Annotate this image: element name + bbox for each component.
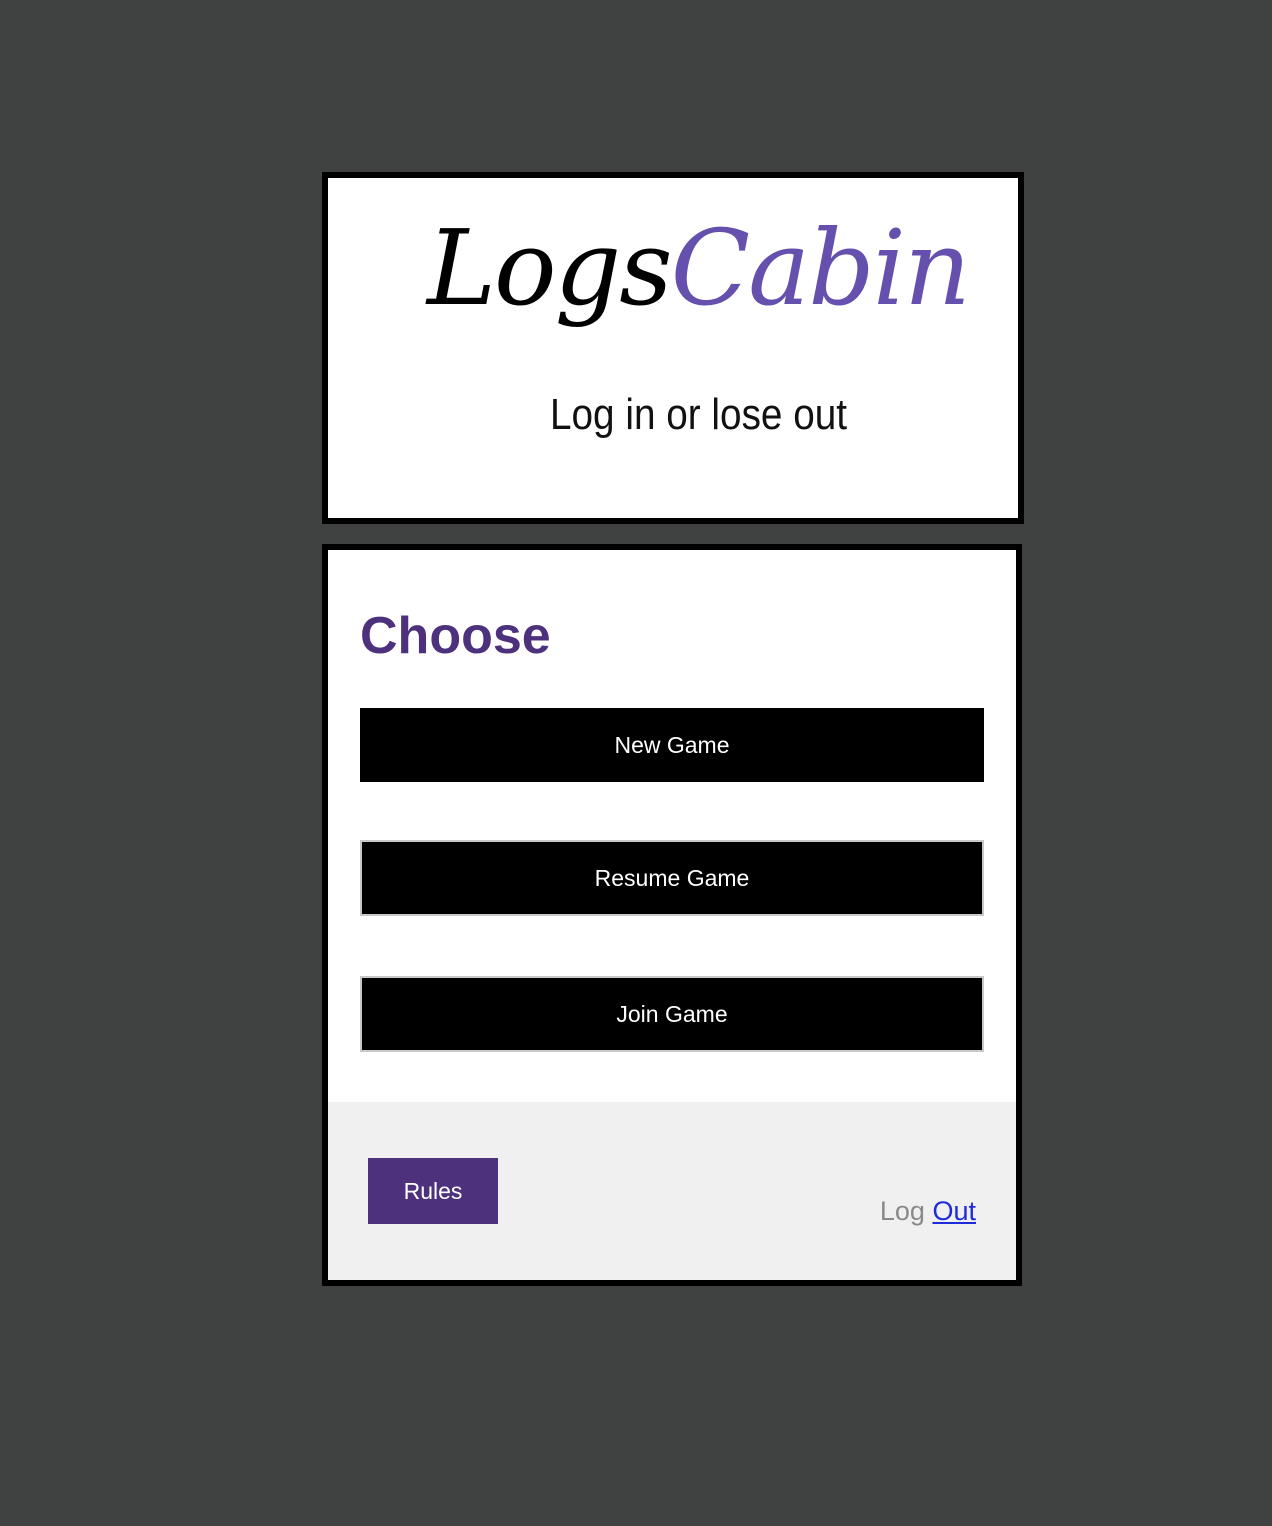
choose-title: Choose xyxy=(360,607,551,665)
logout-link[interactable]: Out xyxy=(932,1196,976,1226)
join-game-button[interactable]: Join Game xyxy=(360,976,984,1052)
logo-wordmark: LogsCabin xyxy=(328,216,1018,320)
logo-word-cabin: Cabin xyxy=(670,207,971,329)
new-game-button[interactable]: New Game xyxy=(360,708,984,782)
resume-game-button[interactable]: Resume Game xyxy=(360,840,984,916)
logout-text: Log Out xyxy=(880,1196,976,1227)
panel-footer: Rules Log Out xyxy=(328,1102,1016,1280)
logo-panel: LogsCabin Log in or lose out xyxy=(322,172,1024,524)
logo-word-logs: Logs xyxy=(426,207,673,329)
logo-tagline: Log in or lose out xyxy=(549,390,848,439)
choose-panel: Choose New Game Resume Game Join Game Ru… xyxy=(322,544,1022,1286)
rules-button[interactable]: Rules xyxy=(368,1158,498,1224)
logout-prefix: Log xyxy=(879,1196,925,1226)
